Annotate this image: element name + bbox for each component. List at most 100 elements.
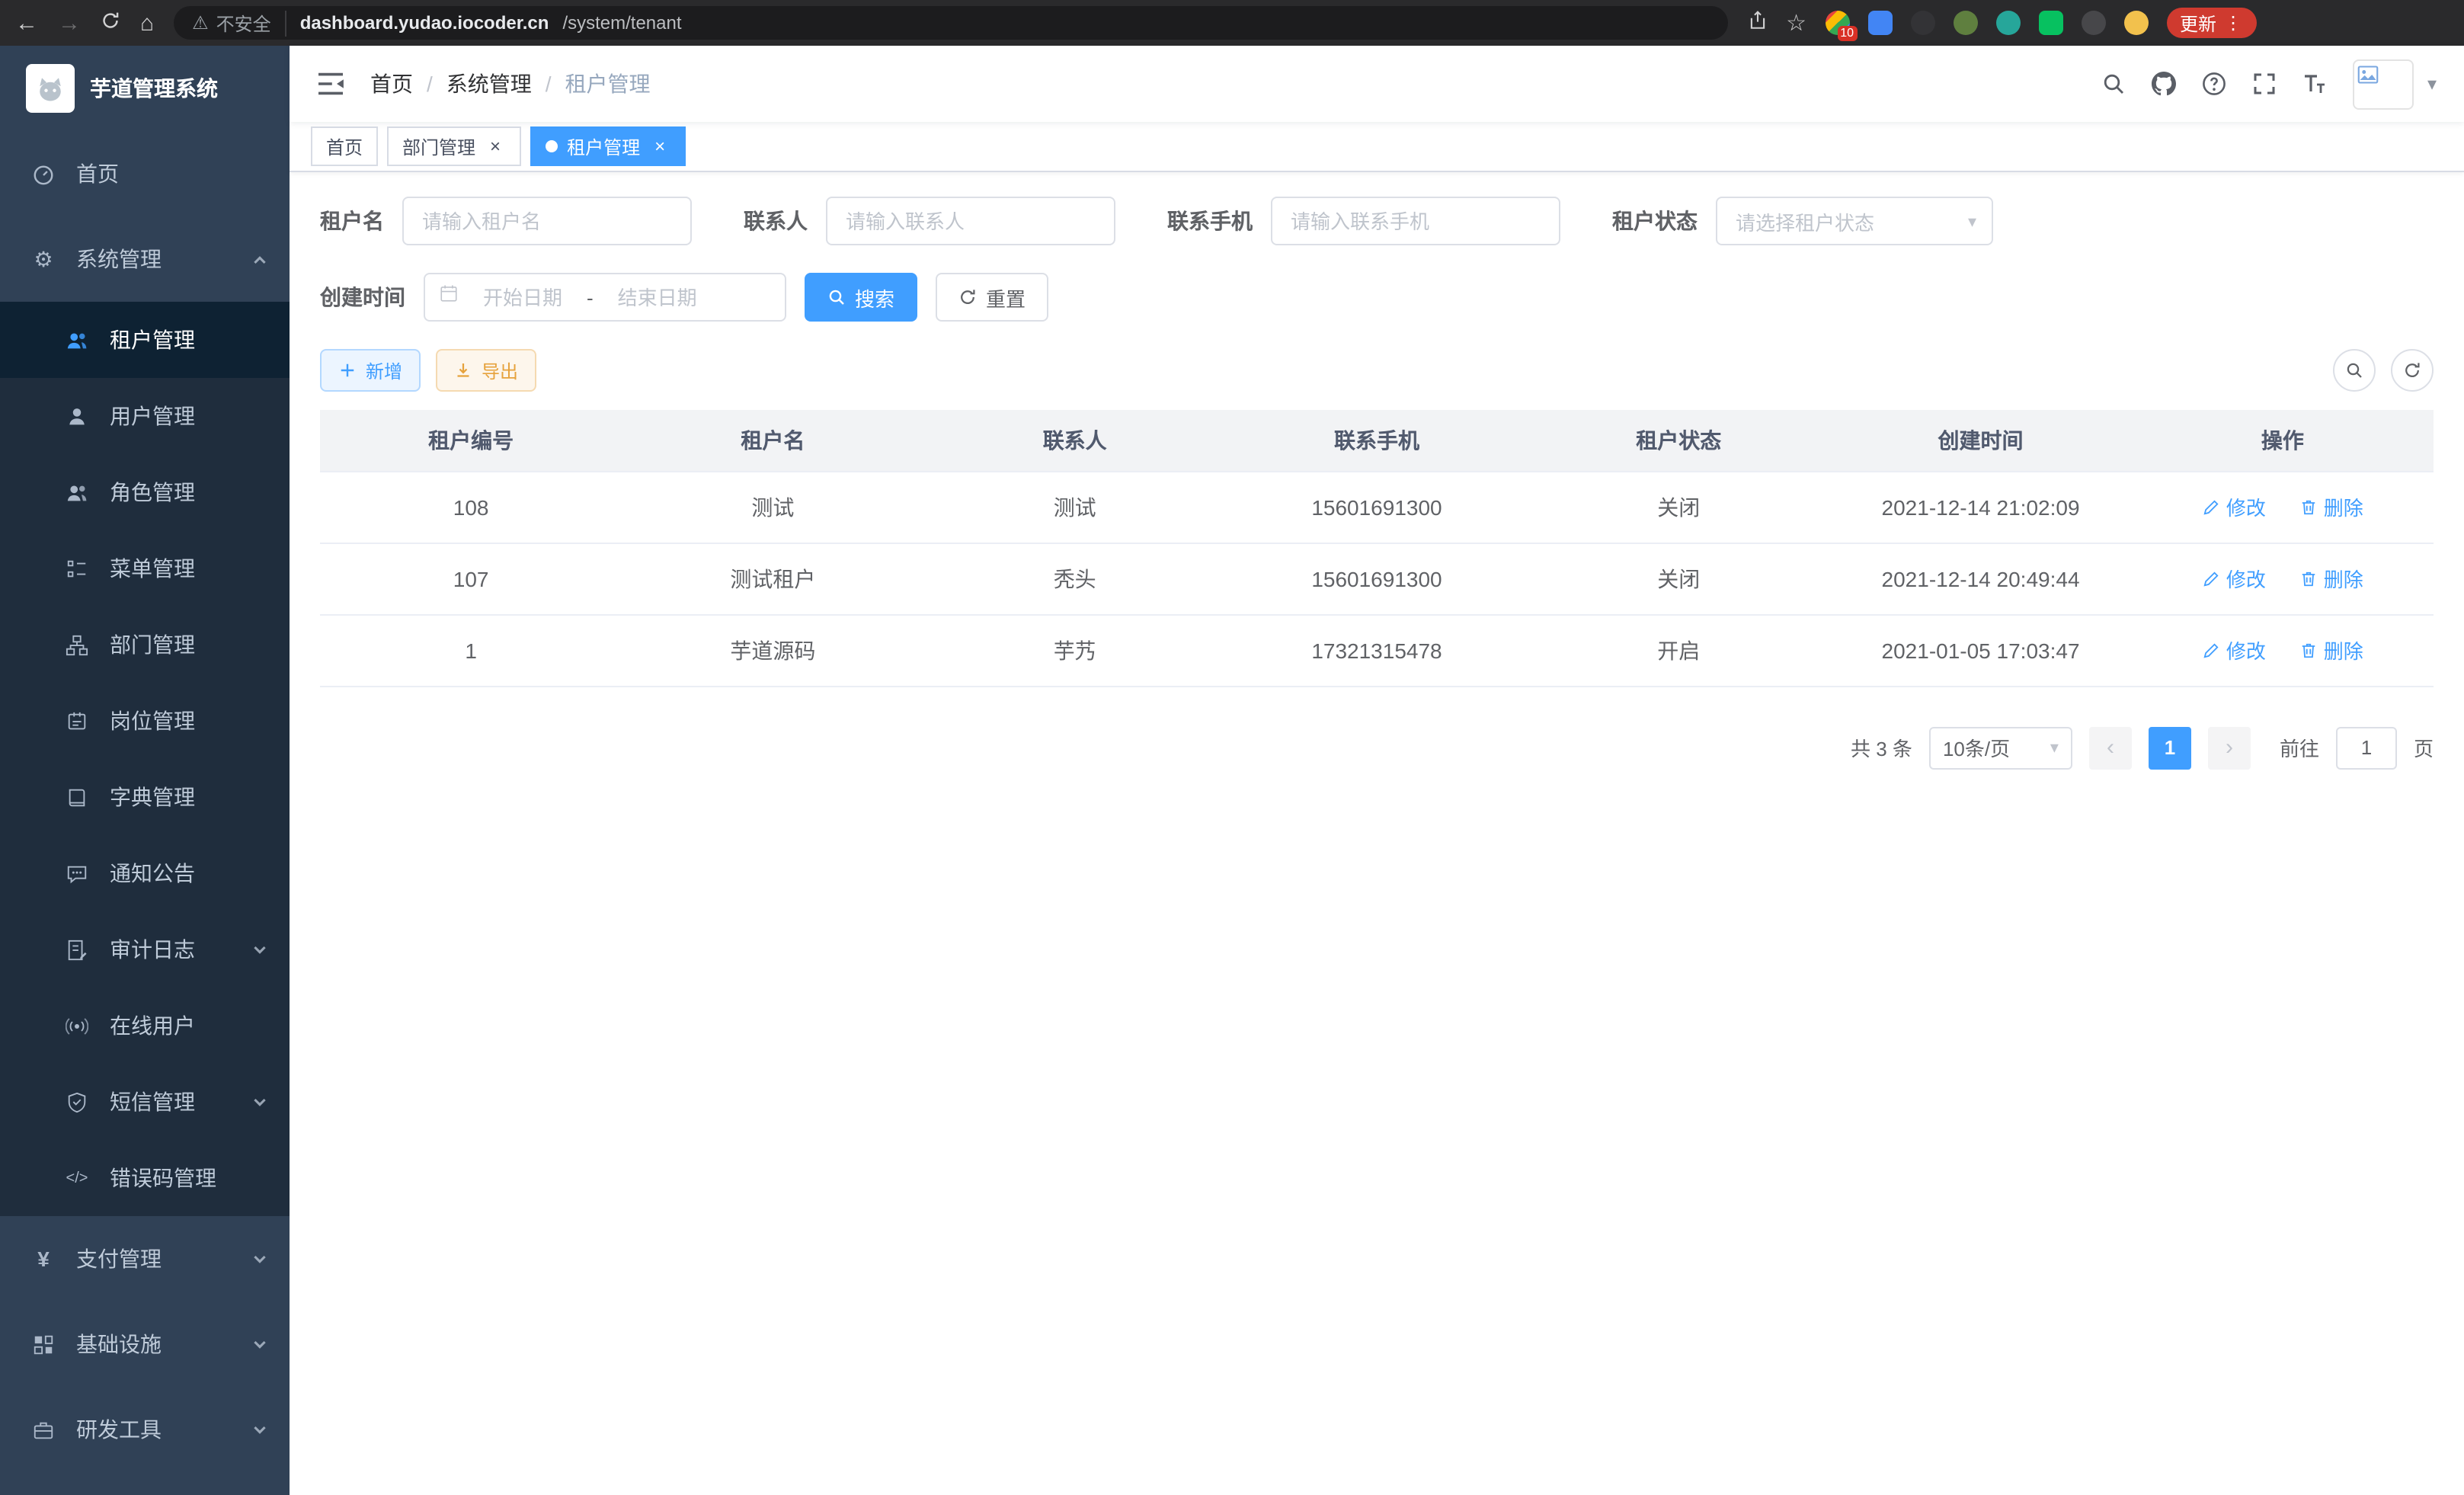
font-size-icon[interactable] — [2302, 72, 2327, 96]
people-icon — [64, 327, 90, 353]
system-submenu: 租户管理 用户管理 角色管理 — [0, 302, 290, 1216]
sidebar-item-notice[interactable]: 通知公告 — [0, 835, 290, 911]
status-select[interactable]: 请选择租户状态 ▾ — [1716, 197, 1993, 245]
start-date-input[interactable] — [468, 286, 578, 309]
tab-dept[interactable]: 部门管理 × — [387, 126, 521, 166]
extension-icon[interactable]: 10 — [1825, 11, 1849, 35]
sidebar-item-label: 审计日志 — [110, 934, 195, 965]
page-size-select[interactable]: 10条/页 ▾ — [1929, 726, 2072, 769]
date-range-picker[interactable]: - — [424, 273, 786, 322]
toggle-search-button[interactable] — [2333, 349, 2376, 392]
reset-button[interactable]: 重置 — [936, 273, 1048, 322]
edit-link[interactable]: 修改 — [2202, 564, 2266, 593]
edit-link[interactable]: 修改 — [2202, 635, 2266, 664]
col-header-created: 创建时间 — [1829, 410, 2131, 471]
contact-input[interactable] — [826, 197, 1115, 245]
sidebar-item-user[interactable]: 用户管理 — [0, 378, 290, 454]
add-button[interactable]: 新增 — [320, 349, 421, 392]
extension-icon[interactable] — [2081, 11, 2105, 35]
delete-link[interactable]: 删除 — [2299, 635, 2363, 664]
person-icon — [64, 403, 90, 429]
fullscreen-icon[interactable] — [2252, 72, 2277, 96]
page-content: 租户名 联系人 联系手机 租户状态 请选择租户状态 — [290, 172, 2464, 1495]
cell-status: 关闭 — [1528, 471, 1829, 543]
app-logo[interactable]: 芋道管理系统 — [0, 46, 290, 131]
extension-icon[interactable] — [1995, 11, 2020, 35]
cell-status: 关闭 — [1528, 543, 1829, 614]
sidebar-item-menu[interactable]: 菜单管理 — [0, 530, 290, 607]
breadcrumb-system[interactable]: 系统管理 — [446, 69, 532, 99]
breadcrumb-home[interactable]: 首页 — [370, 69, 413, 99]
sidebar-item-tenant[interactable]: 租户管理 — [0, 302, 290, 378]
extension-icon[interactable] — [2038, 11, 2062, 35]
bookmark-star-icon[interactable]: ☆ — [1786, 11, 1806, 34]
chevron-up-icon — [251, 251, 268, 267]
col-header-actions: 操作 — [2132, 410, 2434, 471]
right-toolbar — [2333, 349, 2434, 392]
sidebar-item-role[interactable]: 角色管理 — [0, 454, 290, 530]
close-icon[interactable]: × — [485, 136, 506, 157]
profile-avatar[interactable] — [2123, 11, 2148, 35]
cell-phone: 15601691300 — [1226, 471, 1528, 543]
top-navbar: 首页 / 系统管理 / 租户管理 — [290, 46, 2464, 122]
sidebar-item-dict[interactable]: 字典管理 — [0, 759, 290, 835]
search-icon[interactable] — [2101, 72, 2126, 96]
user-avatar[interactable] — [2353, 59, 2414, 109]
security-chip[interactable]: ⚠ 不安全 — [192, 10, 286, 36]
extension-badge: 10 — [1837, 26, 1857, 41]
kebab-menu-icon: ⋮ — [2224, 12, 2242, 34]
back-icon[interactable]: ← — [15, 11, 38, 34]
avatar-caret-icon[interactable]: ▾ — [2427, 73, 2437, 94]
extension-icon[interactable] — [1910, 11, 1934, 35]
chevron-down-icon: ▾ — [1968, 211, 1976, 231]
reload-icon[interactable] — [101, 11, 120, 35]
breadcrumb-separator: / — [546, 72, 552, 96]
export-button[interactable]: 导出 — [436, 349, 536, 392]
next-page-button[interactable]: › — [2208, 726, 2251, 769]
home-icon[interactable]: ⌂ — [140, 11, 154, 34]
sidebar-submenu-dev-tools[interactable]: 研发工具 — [0, 1387, 290, 1472]
cell-phone: 17321315478 — [1226, 614, 1528, 686]
extension-icon[interactable] — [1953, 11, 1977, 35]
page-number-button[interactable]: 1 — [2149, 726, 2191, 769]
sidebar-submenu-infra[interactable]: 基础设施 — [0, 1301, 290, 1387]
github-icon[interactable] — [2152, 72, 2176, 96]
search-button[interactable]: 搜索 — [805, 273, 917, 322]
share-icon[interactable] — [1748, 11, 1768, 35]
delete-link[interactable]: 删除 — [2299, 564, 2363, 593]
goto-page-input[interactable] — [2336, 726, 2397, 769]
cell-name: 测试租户 — [622, 543, 923, 614]
tab-tenant[interactable]: 租户管理 × — [530, 126, 686, 166]
address-bar[interactable]: ⚠ 不安全 dashboard.yudao.iocoder.cn/system/… — [174, 6, 1728, 40]
sidebar-submenu-payment[interactable]: ¥ 支付管理 — [0, 1216, 290, 1301]
close-icon[interactable]: × — [649, 136, 670, 157]
sidebar-item-error-code[interactable]: </> 错误码管理 — [0, 1140, 290, 1216]
extension-icon[interactable] — [1867, 11, 1892, 35]
end-date-input[interactable] — [603, 286, 712, 309]
delete-link[interactable]: 删除 — [2299, 492, 2363, 521]
tenant-name-input[interactable] — [402, 197, 692, 245]
mobile-input[interactable] — [1271, 197, 1560, 245]
filter-row-2: 创建时间 - 搜索 — [320, 273, 2434, 322]
code-icon: </> — [64, 1165, 90, 1191]
refresh-button[interactable] — [2391, 349, 2434, 392]
sidebar-toggle-icon[interactable] — [317, 72, 344, 96]
sidebar-item-online-users[interactable]: 在线用户 — [0, 988, 290, 1064]
sidebar-item-dept[interactable]: 部门管理 — [0, 607, 290, 683]
url-host: dashboard.yudao.iocoder.cn — [300, 12, 549, 34]
help-icon[interactable] — [2202, 72, 2226, 96]
tab-label: 首页 — [326, 133, 363, 159]
sidebar-item-post[interactable]: 岗位管理 — [0, 683, 290, 759]
forward-icon[interactable]: → — [58, 11, 81, 34]
edit-link[interactable]: 修改 — [2202, 492, 2266, 521]
chevron-down-icon: ▾ — [2050, 738, 2059, 757]
sidebar-submenu-sms[interactable]: 短信管理 — [0, 1064, 290, 1140]
prev-page-button[interactable]: ‹ — [2089, 726, 2132, 769]
security-label: 不安全 — [216, 10, 271, 36]
sidebar-submenu-system[interactable]: ⚙ 系统管理 — [0, 216, 290, 302]
sidebar-submenu-audit-log[interactable]: 审计日志 — [0, 911, 290, 988]
sidebar-item-home[interactable]: 首页 — [0, 131, 290, 216]
tab-home[interactable]: 首页 — [311, 126, 378, 166]
chrome-update-button[interactable]: 更新 ⋮ — [2166, 8, 2256, 38]
browser-actions: ☆ 10 更新 ⋮ — [1748, 8, 2256, 38]
